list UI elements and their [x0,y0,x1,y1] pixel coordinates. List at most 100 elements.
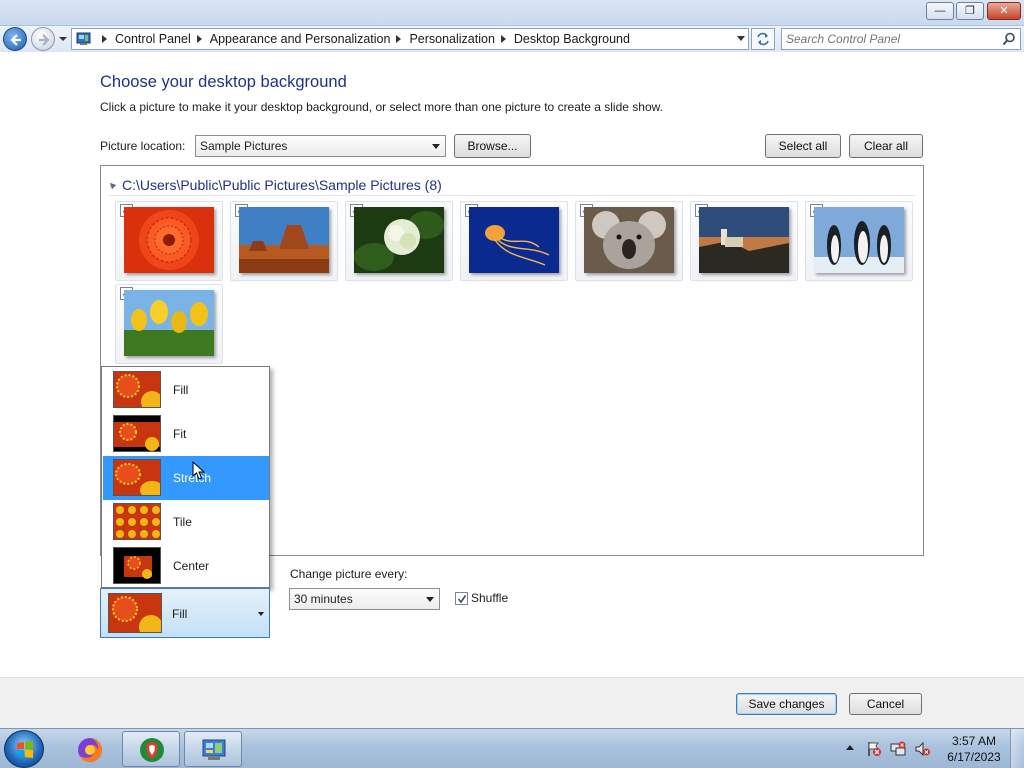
hydrangeas-image [354,207,444,273]
shuffle-label[interactable]: Shuffle [471,591,508,605]
breadcrumb-control-panel[interactable]: Control Panel [115,32,191,46]
picture-position-list: Fill Fit Stretch Tile Center [101,366,270,588]
picture-location-value: Sample Pictures [200,139,288,153]
taskbar-firefox[interactable] [60,731,118,767]
shuffle-checkbox[interactable] [455,592,468,605]
picture-group-title: C:\Users\Public\Public Pictures\Sample P… [122,177,442,193]
clock-time[interactable]: 3:57 AM [946,734,1002,748]
refresh-icon [757,32,769,46]
show-desktop-button[interactable] [1010,729,1024,768]
back-button[interactable] [3,27,27,51]
tulips-image [124,290,214,356]
collapse-arrow-icon[interactable] [107,180,117,190]
picture-item-chrysanthemum[interactable] [115,201,223,281]
breadcrumb-personalization[interactable]: Personalization [409,32,494,46]
position-option-center[interactable]: Center [103,544,269,588]
page-title: Choose your desktop background [100,73,347,91]
volume-muted-icon[interactable] [914,741,930,757]
browse-button[interactable]: Browse... [454,134,531,158]
position-option-label: Center [173,559,210,573]
vpn-shield-icon [140,738,164,762]
picture-item-lighthouse[interactable] [690,201,798,281]
interval-value: 30 minutes [294,592,353,606]
breadcrumb-appearance[interactable]: Appearance and Personalization [210,32,391,46]
picture-item-jellyfish[interactable] [460,201,568,281]
position-current-preview [108,593,162,633]
address-history-dropdown-icon[interactable] [737,36,745,41]
picture-location-dropdown[interactable]: Sample Pictures [195,135,446,157]
position-option-label: Tile [173,515,192,529]
lighthouse-image [699,207,789,273]
show-hidden-icons-icon[interactable] [846,745,854,750]
penguins-image [814,207,904,273]
position-center-preview [113,547,161,584]
checkmark-icon [457,595,467,604]
taskbar-vpn-app[interactable] [122,731,180,767]
picture-item-hydrangeas[interactable] [345,201,453,281]
picture-item-tulips[interactable] [115,284,223,364]
recent-pages-dropdown-icon[interactable] [58,34,68,44]
search-box[interactable] [781,28,1021,50]
mouse-pointer-icon [192,461,206,480]
action-bar: Save changes Cancel [0,677,1024,728]
navigation-bar: Control Panel Appearance and Personaliza… [0,26,1024,52]
clear-all-button[interactable]: Clear all [849,134,923,158]
action-center-flag-icon[interactable] [866,741,882,757]
koala-image [584,207,674,273]
refresh-button[interactable] [751,28,775,50]
firefox-icon [78,738,102,762]
save-changes-button[interactable]: Save changes [736,693,837,715]
breadcrumb-separator-icon[interactable] [396,35,402,43]
breadcrumb-separator-icon[interactable] [102,35,107,43]
chevron-down-icon [432,144,440,149]
network-icon[interactable] [890,741,906,757]
position-option-tile[interactable]: Tile [103,500,269,544]
position-option-fill[interactable]: Fill [103,368,269,412]
change-picture-label: Change picture every: [290,567,408,581]
position-option-label: Fill [173,383,189,397]
position-stretch-preview [113,459,161,496]
position-option-label: Fit [173,427,187,441]
clock-date[interactable]: 6/17/2023 [946,750,1002,764]
position-option-stretch[interactable]: Stretch [103,456,269,500]
title-bar: — ❐ ✕ [0,0,1024,26]
page-instructions: Click a picture to make it your desktop … [100,100,663,114]
search-icon[interactable] [1002,32,1016,46]
chevron-down-icon [258,612,264,616]
picture-group-header[interactable]: C:\Users\Public\Public Pictures\Sample P… [107,176,915,196]
change-picture-interval-dropdown[interactable]: 30 minutes [289,588,440,610]
taskbar-control-panel[interactable] [184,731,242,767]
picture-position-value: Fill [172,607,188,621]
picture-item-desert[interactable] [230,201,338,281]
breadcrumb-separator-icon[interactable] [196,35,202,43]
cancel-button[interactable]: Cancel [849,693,922,715]
close-button[interactable]: ✕ [987,2,1021,20]
select-all-button[interactable]: Select all [765,134,841,158]
jellyfish-image [469,207,559,273]
chrysanthemum-image [124,207,214,273]
taskbar: 3:57 AM 6/17/2023 [0,728,1024,768]
position-option-fit[interactable]: Fit [103,412,269,456]
breadcrumb: Control Panel Appearance and Personaliza… [96,29,630,49]
maximize-button[interactable]: ❐ [956,2,984,20]
picture-item-koala[interactable] [575,201,683,281]
position-fit-preview [113,415,161,452]
picture-location-label: Picture location: [100,139,186,153]
forward-arrow-icon [39,34,50,46]
breadcrumb-separator-icon[interactable] [500,35,506,43]
minimize-button[interactable]: — [926,2,954,20]
control-panel-icon [202,739,226,760]
start-button[interactable] [4,730,44,768]
address-bar[interactable]: Control Panel Appearance and Personaliza… [71,28,749,50]
search-input[interactable] [786,31,996,47]
position-tile-preview [113,503,161,540]
back-arrow-icon [10,34,21,46]
control-panel-icon [76,32,91,45]
breadcrumb-desktop-background[interactable]: Desktop Background [514,32,630,46]
picture-position-dropdown[interactable]: Fill [100,588,270,638]
chevron-down-icon [426,597,434,602]
picture-item-penguins[interactable] [805,201,913,281]
windows-logo-icon [17,741,33,758]
forward-button[interactable] [31,27,55,51]
desert-image [239,207,329,273]
